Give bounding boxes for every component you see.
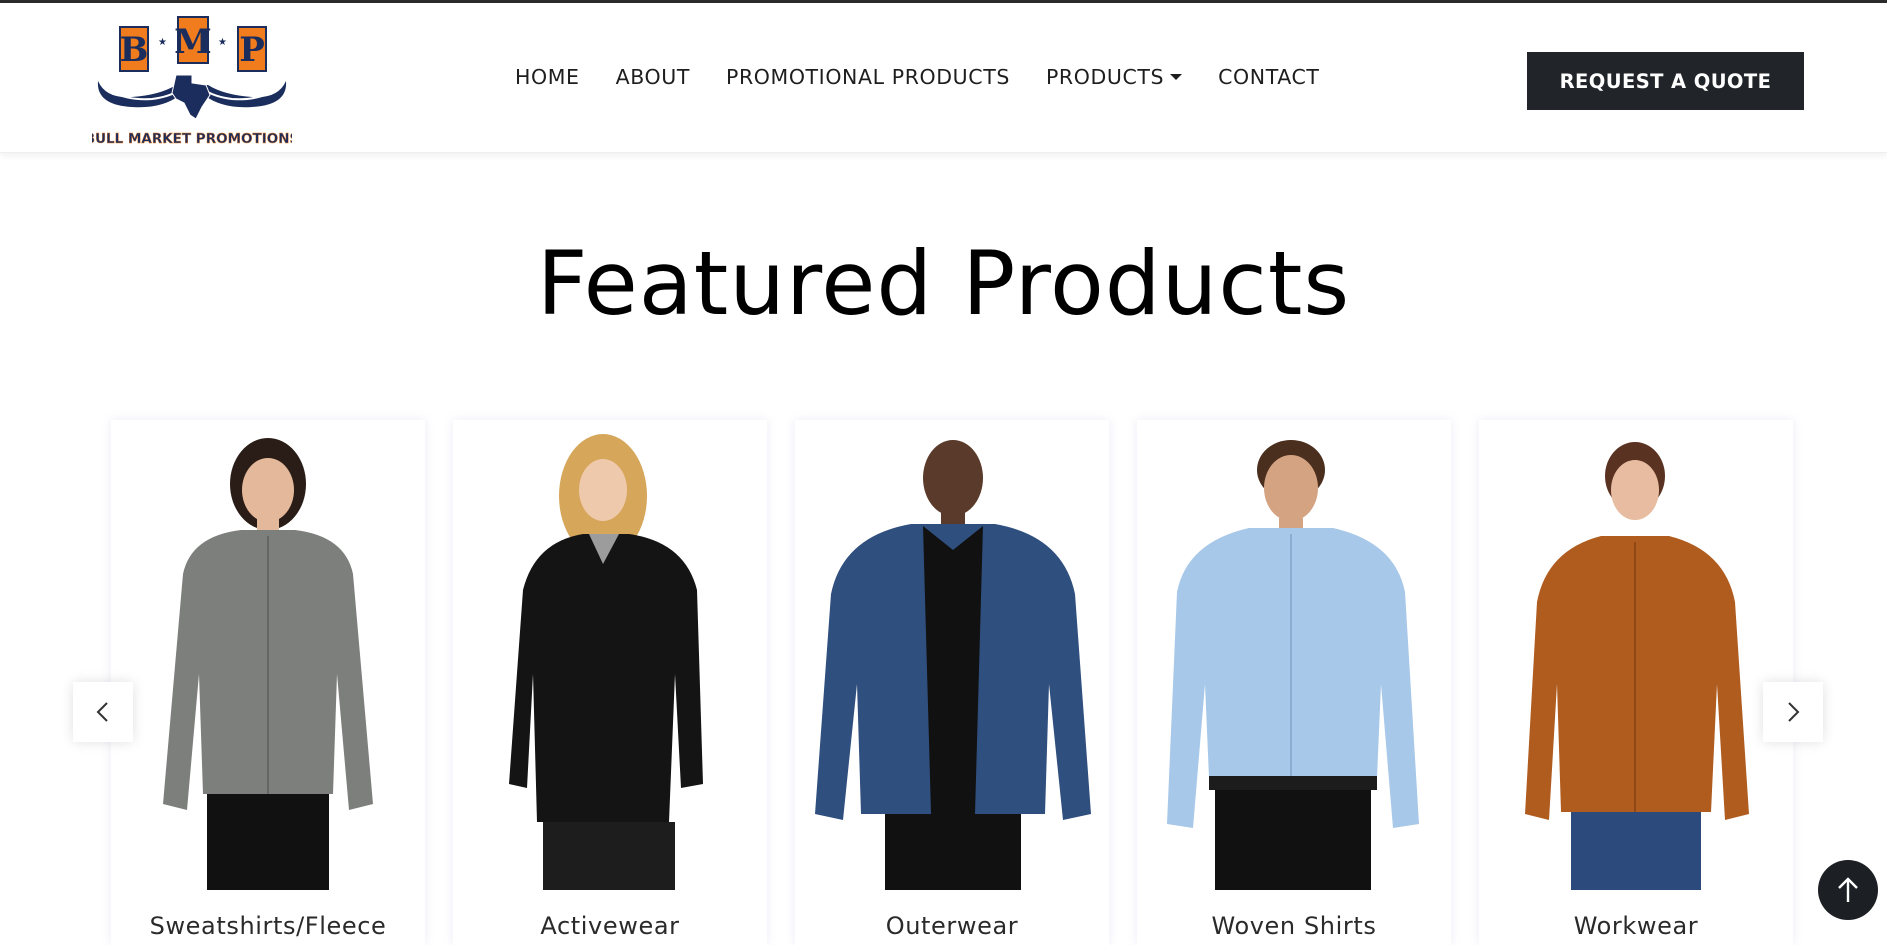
product-image [1479,424,1793,890]
product-card[interactable]: Sweatshirts/Fleece [111,420,425,945]
product-image [1137,424,1451,890]
svg-text:P: P [239,30,265,70]
product-name: Sweatshirts/Fleece [149,912,387,940]
chevron-right-icon [1788,702,1800,722]
product-name: Woven Shirts [1211,912,1377,940]
site-header: B M P ★ ★ BULL MARKET PROMOTIONS HOME AB… [0,3,1887,153]
caret-down-icon [1170,74,1183,80]
product-image [795,424,1109,890]
bmp-logo-graphic: B M P ★ ★ BULL MARKET PROMOTIONS [92,16,292,147]
nav-contact[interactable]: CONTACT [1218,65,1319,89]
svg-text:★: ★ [218,37,227,48]
arrow-up-icon [1838,877,1858,902]
svg-text:BULL MARKET PROMOTIONS: BULL MARKET PROMOTIONS [92,131,292,147]
nav-promotional-products[interactable]: PROMOTIONAL PRODUCTS [726,65,1010,89]
svg-text:M: M [174,22,212,62]
svg-text:★: ★ [158,37,167,48]
nav-products-dropdown[interactable]: PRODUCTS [1045,65,1183,89]
product-name: Outerwear [885,912,1019,940]
product-card[interactable]: Workwear [1479,420,1793,945]
product-image [111,424,425,890]
chevron-left-icon [96,702,108,722]
brand-logo[interactable]: B M P ★ ★ BULL MARKET PROMOTIONS [92,15,292,147]
product-carousel: Sweatshirts/Fleece Activewear Outerwear [0,420,1887,945]
product-image [453,424,767,890]
product-card[interactable]: Woven Shirts [1137,420,1451,945]
nav-products-label: PRODUCTS [1045,65,1165,89]
logo-letters: B M P [119,16,267,72]
back-to-top-button[interactable] [1818,860,1878,920]
svg-text:B: B [120,30,149,70]
request-quote-button[interactable]: REQUEST A QUOTE [1527,52,1804,110]
carousel-next-button[interactable] [1763,682,1823,742]
carousel-prev-button[interactable] [73,682,133,742]
product-name: Activewear [540,912,680,940]
product-card[interactable]: Outerwear [795,420,1109,945]
nav-home[interactable]: HOME [515,65,580,89]
nav-about[interactable]: ABOUT [616,65,690,89]
product-card[interactable]: Activewear [453,420,767,945]
section-title: Featured Products [536,232,1351,335]
product-name: Workwear [1573,912,1699,940]
main-nav: HOME ABOUT PROMOTIONAL PRODUCTS PRODUCTS… [515,65,1356,89]
